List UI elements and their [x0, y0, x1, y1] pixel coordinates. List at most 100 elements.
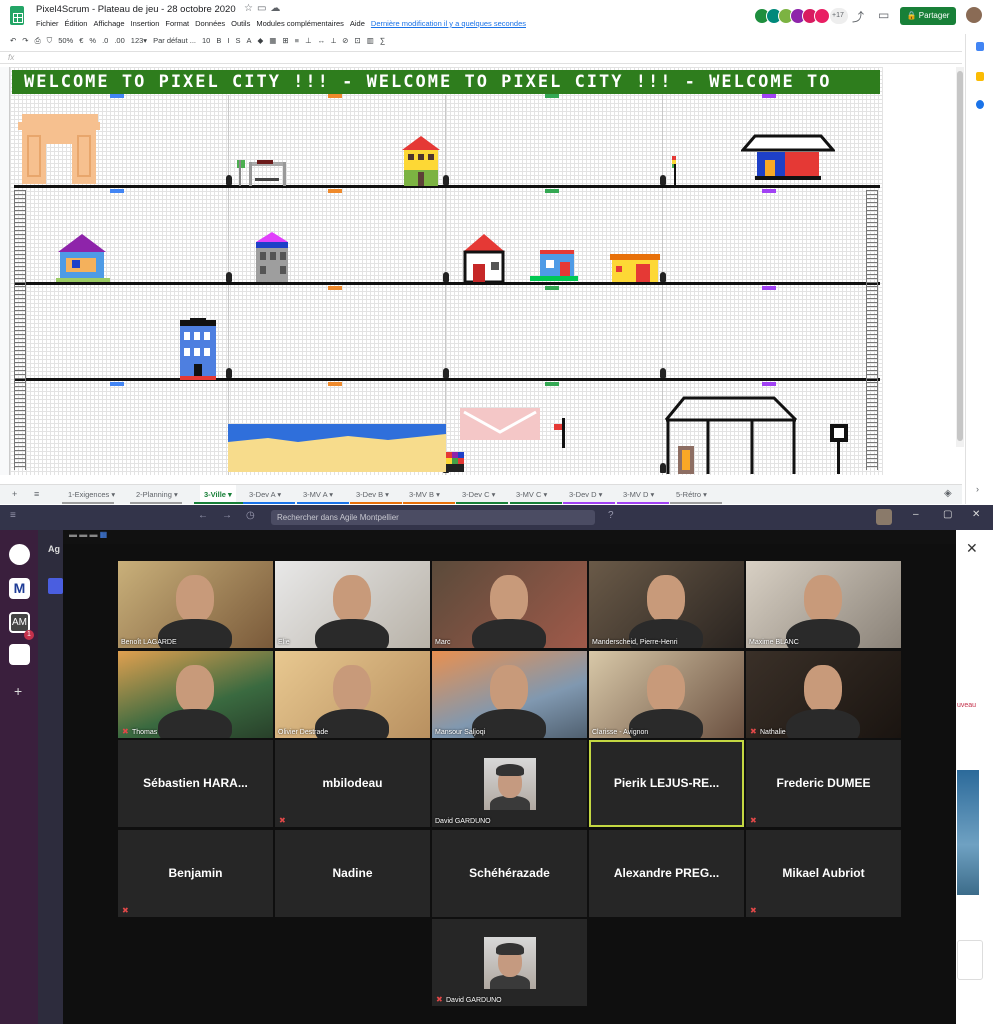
tab-dropdown-icon[interactable]: ▾ — [701, 490, 707, 499]
tab-dropdown-icon[interactable]: ▾ — [383, 490, 389, 499]
history-icon[interactable]: ◷ — [246, 510, 255, 521]
toolbar-button[interactable]: ⟂ — [331, 36, 336, 45]
collapse-panel-icon[interactable]: › — [976, 484, 979, 494]
toolbar-button[interactable]: ◆ — [258, 36, 264, 45]
message-compose-box[interactable] — [957, 940, 983, 980]
add-sheet-icon[interactable]: + — [12, 489, 17, 499]
participant-tile[interactable]: ✖ David GARDUNO — [432, 919, 587, 1006]
participant-tile[interactable]: Frederic DUMEE ✖ — [746, 740, 901, 827]
layout-icon[interactable]: ▬ ▬ ▬ — [69, 530, 100, 539]
participant-tile[interactable]: Sébastien HARA... — [118, 740, 273, 827]
all-sheets-icon[interactable]: ≡ — [34, 489, 39, 499]
toolbar-button[interactable]: ↶ — [10, 36, 16, 45]
sheet-tab[interactable]: 3-MV D ▾ — [623, 490, 654, 499]
gallery-view-icon[interactable]: ▦ — [100, 530, 108, 539]
toolbar-button[interactable]: ⛉ — [47, 36, 53, 45]
formula-bar[interactable]: fx — [0, 51, 962, 64]
help-icon[interactable]: ? — [608, 510, 614, 521]
toolbar-button[interactable]: ≡ — [295, 36, 299, 45]
tab-dropdown-icon[interactable]: ▾ — [597, 490, 603, 499]
toolbar-button[interactable]: ↷ — [22, 36, 28, 45]
participant-tile[interactable]: Benjamin ✖ — [118, 830, 273, 917]
close-panel-icon[interactable]: ✕ — [966, 540, 978, 557]
participant-tile[interactable]: ✖ Thomas — [118, 651, 273, 738]
more-collaborators-count[interactable]: +17 — [830, 8, 848, 24]
tasks-icon[interactable] — [976, 100, 984, 109]
participant-tile[interactable]: mbilodeau ✖ — [275, 740, 430, 827]
back-arrow-icon[interactable]: ← — [198, 510, 208, 521]
close-window-icon[interactable]: ✕ — [972, 509, 980, 520]
participant-tile[interactable]: Pierik LEJUS-RE... — [589, 740, 744, 827]
participant-tile[interactable]: Benoît LAGARDE — [118, 561, 273, 648]
tab-dropdown-icon[interactable]: ▾ — [327, 490, 333, 499]
toolbar-button[interactable]: ▥ — [367, 36, 374, 45]
sheet-tab[interactable]: 3-Dev D ▾ — [569, 490, 602, 499]
sheet-tab[interactable]: 3-Dev B ▾ — [356, 490, 389, 499]
row-headers[interactable] — [0, 67, 10, 475]
menu-item[interactable]: Fichier — [36, 19, 59, 28]
tab-dropdown-icon[interactable]: ▾ — [648, 490, 655, 499]
toolbar-button[interactable]: ▦ — [269, 36, 276, 45]
sheet-tab[interactable]: 3-MV B ▾ — [409, 490, 440, 499]
tab-dropdown-icon[interactable]: ▾ — [226, 490, 232, 499]
participant-tile[interactable]: Mansour Saljoqi — [432, 651, 587, 738]
participant-tile[interactable]: Elie — [275, 561, 430, 648]
toolbar-button[interactable]: S — [235, 36, 240, 45]
m-app-icon[interactable]: M — [9, 578, 30, 599]
collaborator-avatars[interactable]: +17 — [754, 8, 848, 24]
toolbar-button[interactable]: ⊞ — [282, 36, 288, 45]
sheet-tab[interactable]: 1-Exigences ▾ — [68, 490, 115, 499]
participant-tile[interactable]: David GARDUNO — [432, 740, 587, 827]
toolbar-button[interactable]: 123▾ — [131, 36, 147, 45]
toolbar-button[interactable]: ⎙ — [35, 36, 41, 45]
scrollbar-thumb[interactable] — [957, 71, 963, 441]
keep-icon[interactable] — [976, 72, 984, 81]
participant-tile[interactable]: Clarisse - Avignon — [589, 651, 744, 738]
toolbar-button[interactable]: ∑ — [380, 36, 385, 45]
menu-item[interactable]: Format — [165, 19, 189, 28]
share-button[interactable]: 🔒 Partager — [900, 7, 956, 25]
participant-tile[interactable]: Maxime BLANC — [746, 561, 901, 648]
menu-item[interactable]: Outils — [231, 19, 250, 28]
toolbar-button[interactable]: € — [79, 36, 83, 45]
toolbar-button[interactable]: ⊡ — [354, 36, 360, 45]
tab-dropdown-icon[interactable]: ▾ — [541, 490, 548, 499]
participant-tile[interactable]: ✖ Nathalie — [746, 651, 901, 738]
participant-tile[interactable]: Olivier Destrade — [275, 651, 430, 738]
participant-tile[interactable]: Mikael Aubriot ✖ — [746, 830, 901, 917]
toolbar-button[interactable]: A — [246, 36, 251, 45]
activity-app-icon[interactable] — [9, 544, 30, 565]
sheet-tab[interactable]: 3-MV C ▾ — [516, 490, 547, 499]
menu-item[interactable]: Modules complémentaires — [256, 19, 344, 28]
tab-dropdown-icon[interactable]: ▾ — [109, 490, 115, 499]
participant-tile[interactable]: Alexandre PREG... — [589, 830, 744, 917]
explore-icon[interactable]: ◈ — [944, 488, 952, 499]
activity-trend-icon[interactable]: ⤴ — [852, 8, 864, 25]
minimize-icon[interactable]: – — [913, 509, 919, 520]
sheet-tab[interactable]: 5-Rétro ▾ — [676, 490, 707, 499]
toolbar-button[interactable]: 50% — [58, 36, 73, 45]
document-title[interactable]: Pixel4Scrum - Plateau de jeu - 28 octobr… — [36, 4, 236, 15]
participant-tile[interactable]: Manderscheid, Pierre-Henri — [589, 561, 744, 648]
profile-avatar[interactable] — [876, 509, 892, 525]
comments-icon[interactable]: ▭ — [878, 8, 889, 22]
toolbar-button[interactable]: .0 — [102, 36, 108, 45]
channel-selected[interactable] — [48, 578, 63, 594]
toolbar-button[interactable]: B — [216, 36, 221, 45]
maximize-icon[interactable]: ▢ — [943, 509, 952, 520]
menu-item[interactable]: Données — [195, 19, 225, 28]
forward-arrow-icon[interactable]: → — [222, 510, 232, 521]
sheet-tab[interactable]: 3-Dev C ▾ — [462, 490, 495, 499]
tab-dropdown-icon[interactable]: ▾ — [490, 490, 496, 499]
toolbar-button[interactable]: 10 — [202, 36, 210, 45]
search-input[interactable]: Rechercher dans Agile Montpellier — [271, 510, 595, 525]
participant-tile[interactable]: Schéhérazade — [432, 830, 587, 917]
toolbar-button[interactable]: % — [89, 36, 96, 45]
title-icons[interactable]: ☆▭☁ — [244, 3, 284, 14]
participant-tile[interactable]: Nadine — [275, 830, 430, 917]
participant-tile[interactable]: Marc — [432, 561, 587, 648]
menu-item[interactable]: Insertion — [131, 19, 160, 28]
tab-dropdown-icon[interactable]: ▾ — [434, 490, 440, 499]
toolbar-button[interactable]: .00 — [114, 36, 124, 45]
toolbar-button[interactable]: ⊘ — [342, 36, 348, 45]
